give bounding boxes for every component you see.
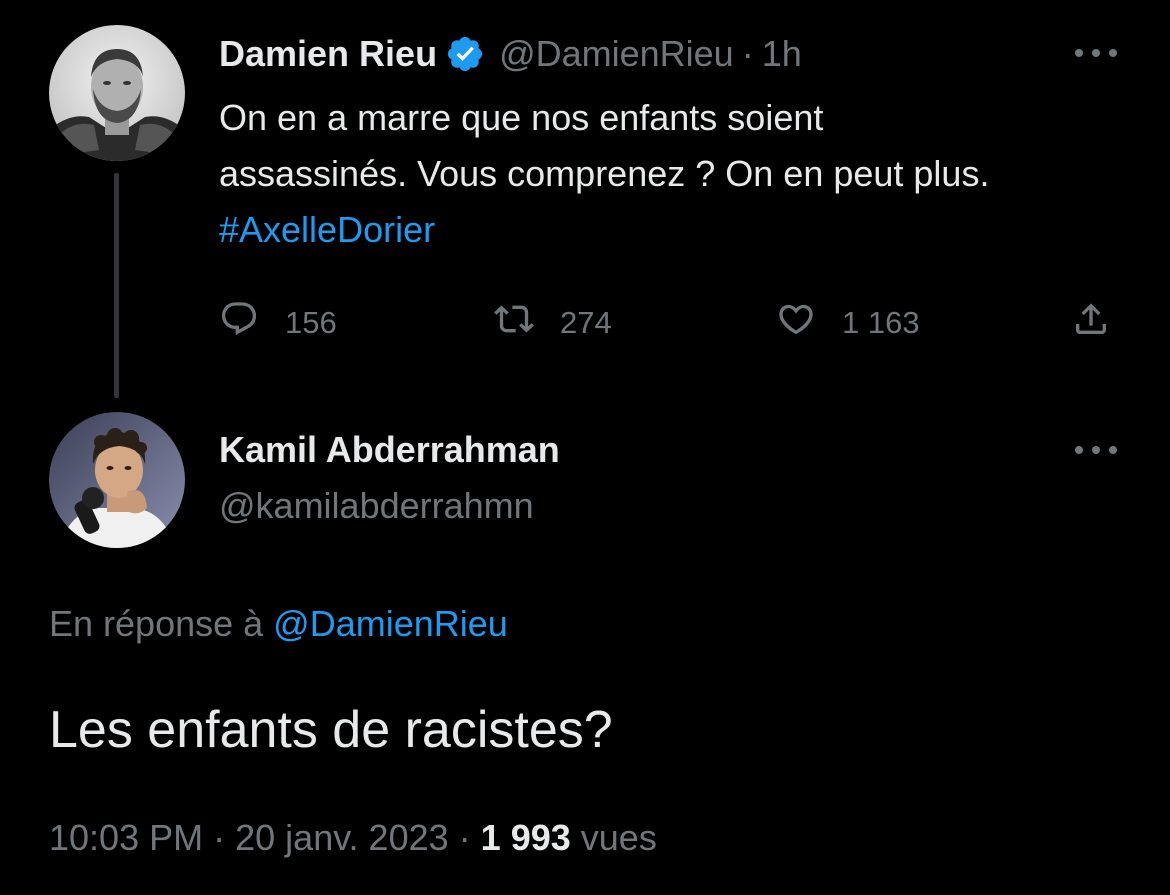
views-label: vues: [580, 817, 657, 858]
reply-display-name[interactable]: Kamil Abderrahman: [219, 422, 560, 478]
in-reply-to-mention[interactable]: @DamienRieu: [273, 603, 508, 644]
verified-badge-icon: [445, 34, 485, 74]
meta-separator: ·: [213, 817, 226, 858]
hashtag-link[interactable]: #AxelleDorier: [219, 202, 1139, 258]
thread-connector-line: [114, 173, 119, 398]
parent-tweet-text: On en a marre que nos enfants soient ass…: [219, 90, 1139, 258]
retweet-button[interactable]: 274: [494, 295, 612, 351]
more-options-icon[interactable]: [1075, 46, 1117, 60]
retweet-icon: [494, 299, 534, 347]
in-reply-to: En réponse à @DamienRieu: [49, 596, 508, 652]
parent-text-line1: On en a marre que nos enfants soient: [219, 97, 824, 138]
reply-handle[interactable]: @kamilabderrahmn: [219, 478, 560, 534]
more-options-icon[interactable]: [1075, 443, 1117, 457]
meta-separator: ·: [458, 817, 471, 858]
share-button[interactable]: [1071, 295, 1111, 351]
reply-tweet-text: Les enfants de racistes?: [49, 701, 613, 759]
views-count: 1 993: [480, 817, 571, 858]
like-count: 1 163: [842, 305, 920, 340]
in-reply-to-prefix: En réponse à: [49, 603, 264, 644]
avatar-damien-rieu[interactable]: [49, 25, 185, 161]
tweet-time[interactable]: 10:03 PM: [49, 817, 203, 858]
reply-button[interactable]: 156: [219, 295, 337, 351]
tweet-date[interactable]: 20 janv. 2023: [235, 817, 449, 858]
tweet-metadata: 10:03 PM · 20 janv. 2023 · 1 993 vues: [49, 810, 657, 866]
parent-handle[interactable]: @DamienRieu: [499, 33, 734, 75]
avatar-kamil-abderrahman[interactable]: [49, 412, 185, 548]
parent-tweet-actions: 156 274 1 163: [219, 295, 1119, 351]
parent-text-line2: assassinés. Vous comprenez ? On en peut …: [219, 153, 990, 194]
reply-icon: [219, 299, 259, 347]
tweet-thread-page: Damien Rieu @DamienRieu · 1h On en a mar…: [0, 0, 1170, 895]
parent-time-ago[interactable]: 1h: [762, 33, 802, 75]
retweet-count: 274: [560, 305, 612, 340]
share-icon: [1071, 299, 1111, 347]
heart-icon: [776, 299, 816, 347]
reply-count: 156: [285, 305, 337, 340]
parent-tweet-header: Damien Rieu @DamienRieu · 1h: [219, 26, 802, 82]
like-button[interactable]: 1 163: [776, 295, 920, 351]
header-separator: ·: [741, 33, 754, 74]
parent-display-name[interactable]: Damien Rieu: [219, 33, 437, 75]
reply-tweet-header: Kamil Abderrahman @kamilabderrahmn: [219, 422, 560, 534]
